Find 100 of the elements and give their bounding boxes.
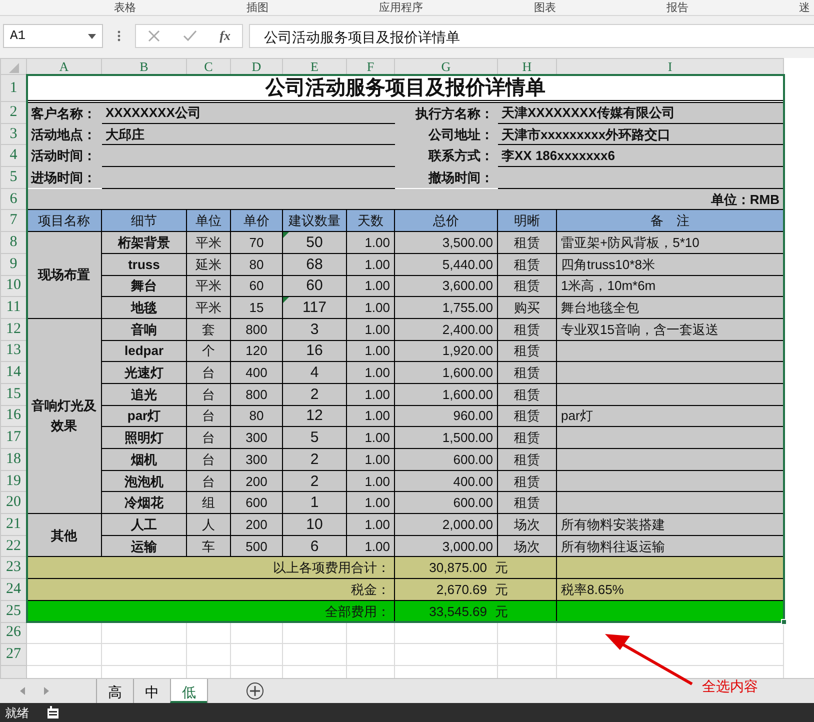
table-cell: 场次 <box>498 535 556 557</box>
row-number[interactable]: 21 <box>0 514 26 536</box>
row-number[interactable]: 27 <box>0 644 26 666</box>
scroll-left-icon[interactable] <box>20 687 24 695</box>
table-cell: 68 <box>282 253 346 275</box>
insert-function-button[interactable]: fx <box>220 26 230 46</box>
table-cell: 1.00 <box>346 448 394 470</box>
table-cell: 1 <box>282 492 346 514</box>
table-cell: 平米 <box>186 232 230 254</box>
row-number[interactable]: 12 <box>0 318 26 340</box>
table-cell: 80 <box>230 253 282 275</box>
field-label: 活动时间： <box>26 144 102 167</box>
row-number[interactable]: 20 <box>0 492 26 514</box>
add-sheet-icon[interactable] <box>246 682 264 700</box>
field-label: 活动地点： <box>26 123 102 145</box>
category-cell: 现场布置 <box>26 232 102 318</box>
name-box[interactable]: A1 <box>3 24 103 48</box>
summary-value: 33,545.69 <box>428 604 487 618</box>
row-number[interactable]: 15 <box>0 383 26 406</box>
table-cell: 光速灯 <box>102 362 186 384</box>
sheet-tab[interactable]: 低 <box>170 679 207 703</box>
table-cell: 租赁 <box>498 492 556 514</box>
row-number[interactable]: 7 <box>0 210 26 232</box>
table-cell: 2 <box>282 448 346 470</box>
ribbon-group-label[interactable]: 图表 <box>530 0 560 14</box>
column-header[interactable]: H <box>498 58 556 74</box>
field-label: 进场时间： <box>26 166 102 188</box>
macro-record-icon[interactable] <box>47 706 59 719</box>
check-icon[interactable] <box>182 30 197 42</box>
text-number-marker <box>284 232 289 238</box>
row-number[interactable]: 19 <box>0 470 26 492</box>
row-number[interactable]: 23 <box>0 556 26 579</box>
table-cell: 1.00 <box>346 405 394 427</box>
row-number[interactable]: 1 <box>0 74 26 102</box>
table-cell: 车 <box>186 535 230 557</box>
row-number[interactable]: 13 <box>0 340 26 362</box>
table-cell: 5,440.00 <box>394 253 498 275</box>
text-number-marker <box>284 298 289 304</box>
table-cell: 1.00 <box>346 232 394 254</box>
table-cell: 60 <box>230 275 282 297</box>
row-number[interactable]: 18 <box>0 448 26 470</box>
row-number[interactable]: 16 <box>0 405 26 427</box>
column-title: 细节 <box>102 210 186 232</box>
column-header[interactable]: D <box>230 58 282 74</box>
table-cell: 雷亚架+防风背板，5*10 <box>556 232 784 254</box>
row-number[interactable]: 8 <box>0 232 26 254</box>
column-header[interactable]: A <box>26 58 102 74</box>
row-number[interactable]: 9 <box>0 253 26 275</box>
table-cell: 1.00 <box>346 514 394 536</box>
table-cell: 租赁 <box>498 470 556 492</box>
ribbon-group-label[interactable]: 插图 <box>242 0 273 14</box>
row-number[interactable]: 2 <box>0 102 26 124</box>
table-cell: 台 <box>186 362 230 384</box>
table-cell: 1.00 <box>346 296 394 318</box>
column-title: 备 注 <box>556 210 784 232</box>
row-number[interactable]: 17 <box>0 426 26 448</box>
column-header[interactable]: F <box>346 58 394 74</box>
table-cell: 租赁 <box>498 232 556 254</box>
row-number[interactable]: 25 <box>0 600 26 622</box>
formula-field[interactable]: 公司活动服务项目及报价详情单 <box>249 24 814 48</box>
column-header[interactable]: E <box>282 58 346 74</box>
table-cell: 1,500.00 <box>394 426 498 448</box>
field-label: 执行方名称： <box>394 102 498 124</box>
table-cell: 1米高，10m*6m <box>556 275 784 297</box>
table-cell: 500 <box>230 535 282 557</box>
table-cell: 舞台 <box>102 275 186 297</box>
ribbon-group-label[interactable]: 应用程序 <box>375 0 428 14</box>
column-header[interactable]: C <box>186 58 230 74</box>
cancel-icon[interactable] <box>148 30 160 42</box>
select-all-corner[interactable] <box>0 58 26 74</box>
row-number[interactable]: 3 <box>0 123 26 145</box>
row-number[interactable]: 6 <box>0 188 26 210</box>
scroll-right-icon[interactable] <box>44 687 49 695</box>
table-cell: 1.00 <box>346 275 394 297</box>
column-header[interactable]: G <box>394 58 498 74</box>
row-number[interactable]: 10 <box>0 275 26 297</box>
row-number[interactable]: 14 <box>0 362 26 384</box>
table-cell: 1.00 <box>346 383 394 406</box>
more-options-icon[interactable] <box>117 30 121 42</box>
category-cell: 音响灯光及效果 <box>26 318 102 514</box>
currency-label: 元 <box>495 604 508 619</box>
column-header[interactable]: B <box>102 58 186 74</box>
row-number[interactable]: 4 <box>0 144 26 167</box>
row-number[interactable]: 24 <box>0 578 26 600</box>
ribbon-group-label[interactable]: 迷 <box>794 0 814 14</box>
ribbon-group-label[interactable]: 报告 <box>662 0 692 14</box>
row-number[interactable]: 26 <box>0 622 26 644</box>
row-number[interactable]: 11 <box>0 296 26 318</box>
table-cell: par灯 <box>556 405 784 427</box>
row-number[interactable]: 22 <box>0 535 26 557</box>
table-cell: 烟机 <box>102 448 186 470</box>
table-cell: 400 <box>230 362 282 384</box>
table-cell: 1.00 <box>346 492 394 514</box>
table-cell: 租赁 <box>498 275 556 297</box>
table-cell: 200 <box>230 514 282 536</box>
column-header[interactable]: I <box>556 58 784 74</box>
ribbon-group-label[interactable]: 表格 <box>110 0 140 14</box>
table-cell: 租赁 <box>498 362 556 384</box>
row-number[interactable]: 5 <box>0 166 26 188</box>
table-cell: 舞台地毯全包 <box>556 296 784 318</box>
